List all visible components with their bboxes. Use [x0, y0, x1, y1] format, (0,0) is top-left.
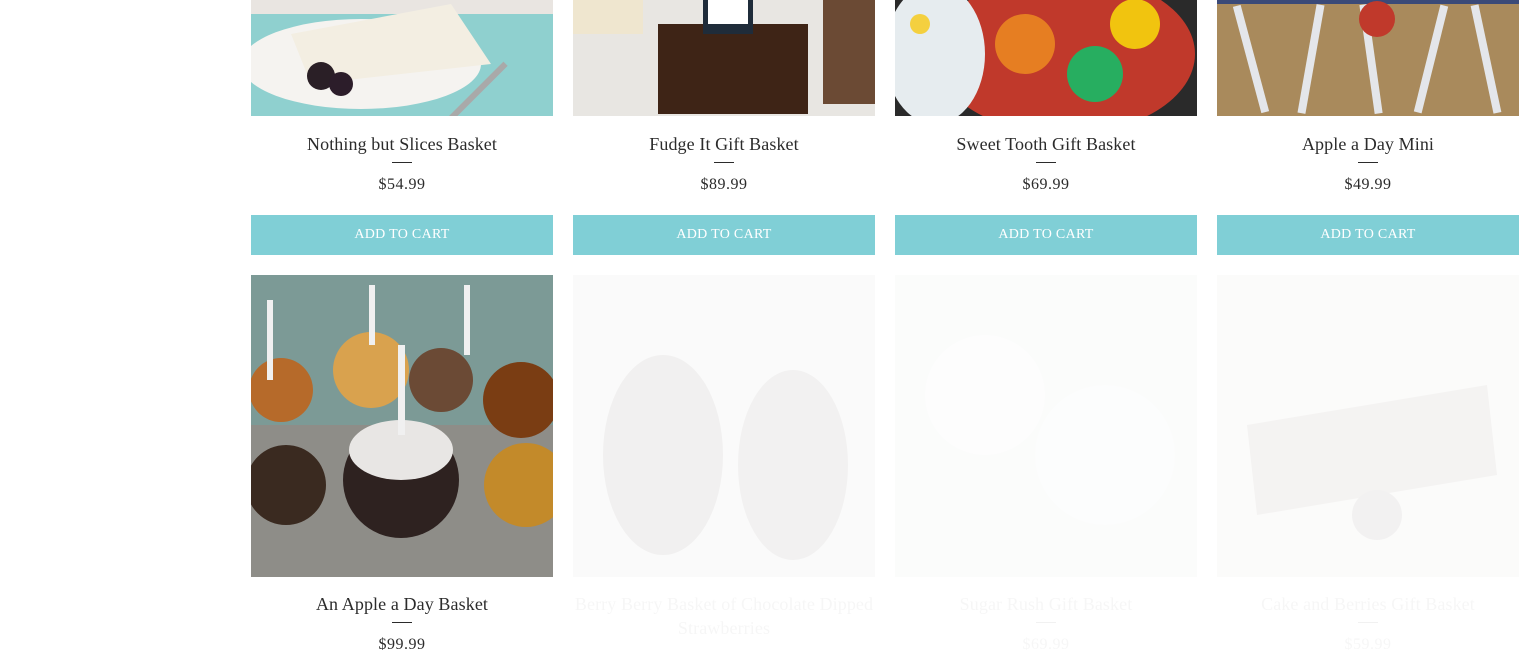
- gummy-candy-jar-photo: [895, 0, 1197, 116]
- product-image[interactable]: [251, 0, 553, 116]
- add-to-cart-button[interactable]: ADD TO CART: [895, 215, 1197, 255]
- product-name[interactable]: Berry Berry Basket of Chocolate Dipped S…: [573, 592, 875, 640]
- product-price: $69.99: [1022, 176, 1070, 193]
- chocolate-fudge-photo: [573, 0, 875, 116]
- product-price: $49.99: [1344, 176, 1392, 193]
- candy-apples-on-sticks-photo: [1217, 0, 1519, 116]
- product-name[interactable]: Sugar Rush Gift Basket: [895, 592, 1197, 616]
- product-image[interactable]: [573, 275, 875, 577]
- white-candy-photo: [895, 275, 1197, 577]
- product-name[interactable]: Fudge It Gift Basket: [573, 132, 875, 156]
- cake-and-berries-photo: [1217, 275, 1519, 577]
- product-name[interactable]: Nothing but Slices Basket: [251, 132, 553, 156]
- divider: [714, 162, 734, 163]
- product-image[interactable]: [1217, 0, 1519, 116]
- product-price: $69.99: [1022, 636, 1070, 653]
- product-name[interactable]: An Apple a Day Basket: [251, 592, 553, 616]
- cheesecake-slice-photo: [251, 0, 553, 116]
- product-image[interactable]: [573, 0, 875, 116]
- product-name[interactable]: Apple a Day Mini: [1217, 132, 1519, 156]
- product-price: $59.99: [1344, 636, 1392, 653]
- product-name[interactable]: Sweet Tooth Gift Basket: [895, 132, 1197, 156]
- product-image[interactable]: [1217, 275, 1519, 577]
- divider: [392, 622, 412, 623]
- product-image[interactable]: [251, 275, 553, 577]
- product-name[interactable]: Cake and Berries Gift Basket: [1217, 592, 1519, 616]
- divider: [1036, 162, 1056, 163]
- product-image[interactable]: [895, 275, 1197, 577]
- product-price: $89.99: [700, 176, 748, 193]
- divider: [1358, 622, 1378, 623]
- add-to-cart-button[interactable]: ADD TO CART: [251, 215, 553, 255]
- divider: [1036, 622, 1056, 623]
- chocolate-strawberries-photo: [573, 275, 875, 577]
- product-image[interactable]: [895, 0, 1197, 116]
- divider: [392, 162, 412, 163]
- product-price: $99.99: [378, 636, 426, 653]
- caramel-apples-photo: [251, 275, 553, 577]
- product-price: $54.99: [378, 176, 426, 193]
- add-to-cart-button[interactable]: ADD TO CART: [573, 215, 875, 255]
- add-to-cart-button[interactable]: ADD TO CART: [1217, 215, 1519, 255]
- divider: [1358, 162, 1378, 163]
